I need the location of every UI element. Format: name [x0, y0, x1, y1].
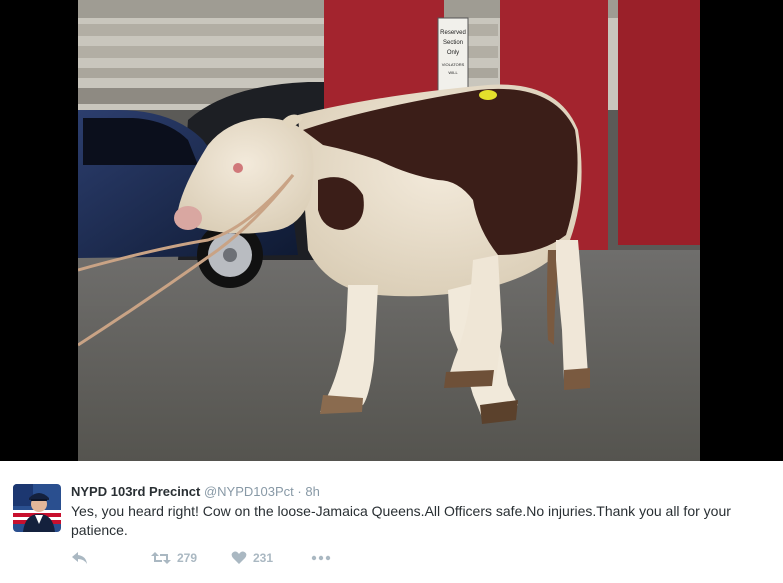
sign-line: VIOLATORS — [442, 62, 465, 67]
heart-icon — [231, 551, 247, 564]
display-name[interactable]: NYPD 103rd Precinct — [71, 484, 200, 499]
avatar[interactable] — [13, 484, 61, 532]
tweet-header: NYPD 103rd Precinct @NYPD103Pct · 8h — [71, 484, 320, 499]
retweet-button[interactable]: 279 — [151, 551, 231, 565]
separator: · — [297, 484, 302, 499]
timestamp[interactable]: 8h — [305, 484, 319, 499]
sign-line: Only — [447, 50, 459, 56]
more-button[interactable] — [311, 555, 351, 561]
sign-line: Section — [443, 40, 463, 46]
tweet-media[interactable]: Reserved Section Only VIOLATORS WILL — [0, 0, 783, 461]
reply-button[interactable] — [71, 551, 151, 565]
sign-line: Reserved — [440, 30, 466, 36]
retweet-count: 279 — [177, 551, 198, 565]
like-button[interactable]: 231 — [231, 551, 311, 565]
tweet-actions: 279 231 — [71, 547, 351, 569]
more-icon — [311, 555, 331, 561]
like-count: 231 — [253, 551, 274, 565]
cow-photo: Reserved Section Only VIOLATORS WILL — [78, 0, 700, 461]
tweet-text: Yes, you heard right! Cow on the loose-J… — [71, 503, 731, 538]
user-handle[interactable]: @NYPD103Pct — [204, 484, 294, 499]
tweet-card: NYPD 103rd Precinct @NYPD103Pct · 8h Yes… — [0, 461, 783, 583]
sign-line: WILL — [448, 70, 458, 75]
reply-icon — [72, 552, 87, 564]
retweet-icon — [151, 552, 171, 564]
